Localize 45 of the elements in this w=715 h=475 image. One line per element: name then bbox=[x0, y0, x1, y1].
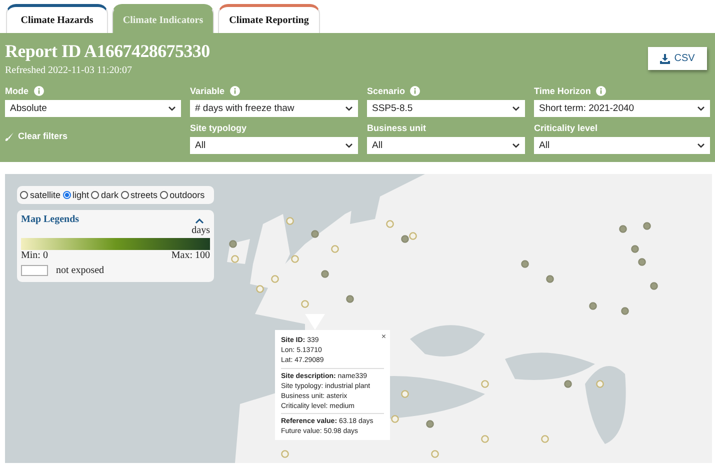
filter-select[interactable]: SSP5-8.5 bbox=[367, 100, 525, 117]
legend-max: Max: 100 bbox=[171, 250, 210, 261]
info-icon[interactable] bbox=[230, 86, 240, 96]
refreshed-timestamp: Refreshed 2022-11-03 11:20:07 bbox=[5, 65, 134, 76]
chevron-down-icon bbox=[697, 106, 705, 111]
chevron-down-icon bbox=[345, 106, 353, 111]
base-layer-option[interactable]: satellite bbox=[20, 190, 61, 200]
tab[interactable]: Climate Hazards bbox=[6, 4, 108, 33]
not-exposed-swatch bbox=[21, 265, 48, 276]
not-exposed-label: not exposed bbox=[56, 265, 104, 276]
filter-select[interactable]: All bbox=[534, 137, 710, 154]
legend-unit: days bbox=[192, 225, 210, 236]
tab[interactable]: Climate Reporting bbox=[218, 4, 320, 33]
report-title: Report ID A1667428675330 bbox=[5, 41, 210, 62]
brush-icon bbox=[5, 132, 14, 140]
legend-title: Map Legends bbox=[21, 214, 80, 225]
csv-export-button[interactable]: CSV bbox=[648, 47, 707, 70]
chevron-up-icon[interactable] bbox=[195, 218, 204, 224]
chevron-down-icon bbox=[512, 143, 520, 148]
filter-select[interactable]: Short term: 2021-2040 bbox=[534, 100, 710, 117]
filter-label: Time Horizon bbox=[534, 86, 591, 96]
chevron-down-icon bbox=[697, 143, 705, 148]
filter-select[interactable]: # days with freeze thaw bbox=[190, 100, 358, 117]
info-icon[interactable] bbox=[596, 86, 606, 96]
legend-min: Min: 0 bbox=[21, 250, 48, 261]
filter-label: Variable bbox=[190, 86, 225, 96]
base-layer-option[interactable]: streets bbox=[120, 190, 158, 200]
filter-label: Scenario bbox=[367, 86, 406, 96]
info-icon[interactable] bbox=[34, 86, 44, 96]
base-layer-option[interactable]: light bbox=[62, 190, 90, 200]
filter-label: Criticality level bbox=[534, 123, 598, 133]
base-layer-option[interactable]: dark bbox=[91, 190, 119, 200]
chevron-down-icon bbox=[345, 143, 353, 148]
filter-label: Mode bbox=[5, 86, 28, 96]
info-icon[interactable] bbox=[410, 86, 420, 96]
filter-select[interactable]: Absolute bbox=[5, 100, 181, 117]
filter-select[interactable]: All bbox=[367, 137, 525, 154]
chevron-down-icon bbox=[168, 106, 176, 111]
filter-label: Site typology bbox=[190, 123, 247, 133]
download-icon bbox=[660, 54, 670, 64]
base-layer-option[interactable]: outdoors bbox=[160, 190, 205, 200]
close-button[interactable]: × bbox=[381, 332, 386, 341]
chevron-down-icon bbox=[512, 106, 520, 111]
filter-label: Business unit bbox=[367, 123, 426, 133]
filter-select[interactable]: All bbox=[190, 137, 358, 154]
